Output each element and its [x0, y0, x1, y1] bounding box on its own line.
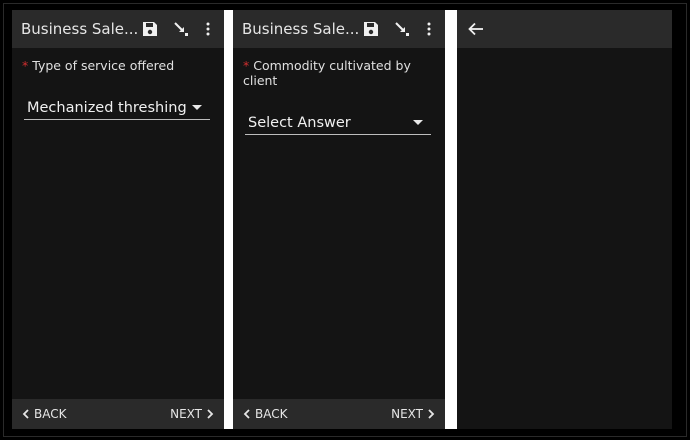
- question-label: * Type of service offered: [22, 58, 214, 73]
- screen-blank: [457, 10, 672, 429]
- required-mark: *: [243, 58, 250, 73]
- question-text: Type of service offered: [32, 58, 175, 73]
- question-label: * Commodity cultivated by client: [243, 58, 435, 88]
- chevron-left-icon: [243, 409, 250, 419]
- next-label: NEXT: [391, 407, 423, 421]
- chevron-right-icon: [428, 409, 435, 419]
- back-button[interactable]: BACK: [22, 407, 66, 421]
- dropdown-caret-icon: [413, 120, 423, 125]
- save-icon[interactable]: [363, 21, 379, 37]
- app-toolbar: [457, 10, 672, 48]
- collapse-icon[interactable]: [394, 21, 410, 37]
- answer-select[interactable]: Select Answer: [245, 111, 431, 135]
- next-button[interactable]: NEXT: [391, 407, 435, 421]
- toolbar-title: Business Sale...: [21, 20, 139, 38]
- next-label: NEXT: [170, 407, 202, 421]
- required-mark: *: [22, 58, 29, 73]
- select-value: Select Answer: [248, 114, 351, 131]
- screen-type-of-service: Business Sale... * Type of service offere…: [12, 10, 224, 429]
- navigation-bar: BACK NEXT: [233, 399, 445, 429]
- chevron-left-icon: [22, 409, 29, 419]
- save-icon[interactable]: [142, 21, 158, 37]
- back-label: BACK: [255, 407, 288, 421]
- next-button[interactable]: NEXT: [170, 407, 214, 421]
- back-label: BACK: [34, 407, 67, 421]
- app-toolbar: Business Sale...: [233, 10, 445, 48]
- back-button[interactable]: BACK: [243, 407, 287, 421]
- chevron-right-icon: [207, 409, 214, 419]
- toolbar-title: Business Sale...: [242, 20, 360, 38]
- screen-commodity: Business Sale... * Commodity cultivated b…: [233, 10, 445, 429]
- divider: [445, 10, 457, 429]
- app-toolbar: Business Sale...: [12, 10, 224, 48]
- more-vert-icon[interactable]: [203, 21, 213, 37]
- back-arrow-icon[interactable]: [468, 22, 484, 36]
- navigation-bar: BACK NEXT: [12, 399, 224, 429]
- answer-select[interactable]: Mechanized threshing: [24, 96, 210, 120]
- select-value: Mechanized threshing: [27, 99, 187, 116]
- divider: [224, 10, 233, 429]
- collapse-icon[interactable]: [173, 21, 189, 37]
- question-text: Commodity cultivated by client: [243, 58, 411, 88]
- more-vert-icon[interactable]: [424, 21, 434, 37]
- dropdown-caret-icon: [192, 105, 202, 110]
